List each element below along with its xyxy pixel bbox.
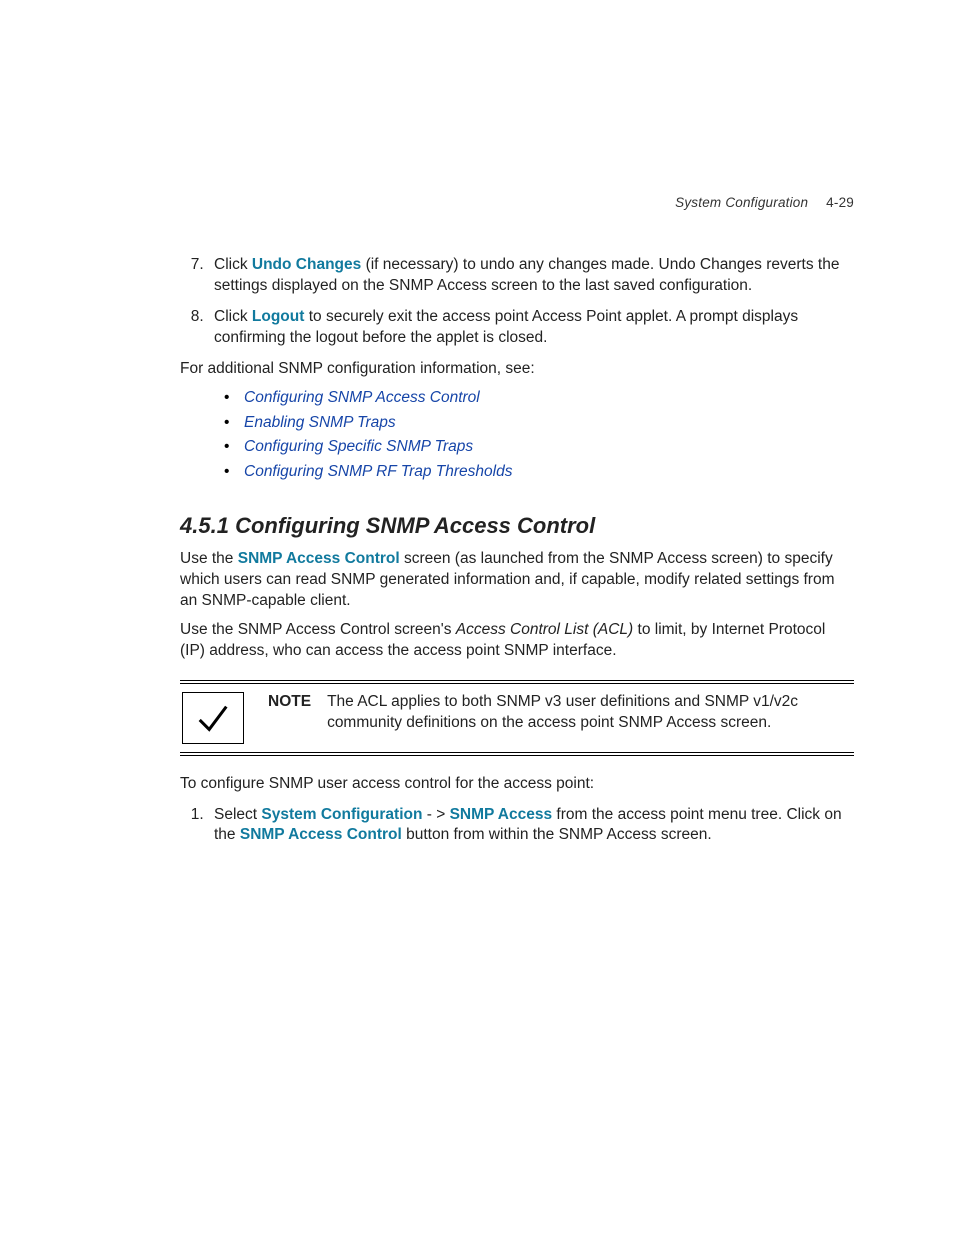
step-item: Click Undo Changes (if necessary) to und… xyxy=(208,255,854,297)
para-emphasis: Access Control List (ACL) xyxy=(456,621,633,638)
step-bold-term: SNMP Access xyxy=(450,806,553,823)
numbered-steps: Select System Configuration - > SNMP Acc… xyxy=(208,805,854,847)
page-header: System Configuration 4-29 xyxy=(675,195,854,210)
step-bold-term: Logout xyxy=(252,308,305,325)
paragraph: Use the SNMP Access Control screen (as l… xyxy=(180,549,854,612)
section-title: Configuring SNMP Access Control xyxy=(235,513,595,538)
see-also-links: Configuring SNMP Access Control Enabling… xyxy=(224,388,854,484)
list-item: Configuring Specific SNMP Traps xyxy=(224,437,854,458)
note-body: NOTE The ACL applies to both SNMP v3 use… xyxy=(268,692,854,744)
link-text[interactable]: Configuring Specific SNMP Traps xyxy=(244,438,473,455)
note-callout: NOTE The ACL applies to both SNMP v3 use… xyxy=(180,680,854,756)
list-item: Configuring SNMP Access Control xyxy=(224,388,854,409)
section-heading: 4.5.1 Configuring SNMP Access Control xyxy=(180,511,854,541)
step-text: Select xyxy=(214,806,261,823)
list-item: Enabling SNMP Traps xyxy=(224,413,854,434)
step-bold-term: System Configuration xyxy=(261,806,422,823)
link-text[interactable]: Enabling SNMP Traps xyxy=(244,414,396,431)
step-text: - > xyxy=(422,806,449,823)
note-label: NOTE xyxy=(268,692,311,744)
header-section-title: System Configuration xyxy=(675,195,808,210)
step-bold-term: SNMP Access Control xyxy=(240,826,402,843)
checkmark-icon xyxy=(182,692,244,744)
step-text-pre: Click xyxy=(214,308,252,325)
step-text: button from within the SNMP Access scree… xyxy=(402,826,712,843)
additional-info-intro: For additional SNMP configuration inform… xyxy=(180,359,854,380)
page-content: Click Undo Changes (if necessary) to und… xyxy=(180,255,854,846)
para-text-pre: Use the xyxy=(180,550,238,567)
note-inner: NOTE The ACL applies to both SNMP v3 use… xyxy=(180,683,854,753)
para-text-pre: Use the SNMP Access Control screen's xyxy=(180,621,456,638)
header-page-number: 4-29 xyxy=(826,195,854,210)
step-item: Click Logout to securely exit the access… xyxy=(208,307,854,349)
paragraph: Use the SNMP Access Control screen's Acc… xyxy=(180,620,854,662)
note-text: The ACL applies to both SNMP v3 user def… xyxy=(327,692,854,744)
link-text[interactable]: Configuring SNMP Access Control xyxy=(244,389,480,406)
step-bold-term: Undo Changes xyxy=(252,256,361,273)
config-intro: To configure SNMP user access control fo… xyxy=(180,774,854,795)
step-text-pre: Click xyxy=(214,256,252,273)
para-bold-term: SNMP Access Control xyxy=(238,550,400,567)
document-page: System Configuration 4-29 Click Undo Cha… xyxy=(0,0,954,1235)
numbered-steps: Click Undo Changes (if necessary) to und… xyxy=(208,255,854,349)
list-item: Configuring SNMP RF Trap Thresholds xyxy=(224,462,854,483)
step-item: Select System Configuration - > SNMP Acc… xyxy=(208,805,854,847)
link-text[interactable]: Configuring SNMP RF Trap Thresholds xyxy=(244,463,512,480)
section-number: 4.5.1 xyxy=(180,513,229,538)
